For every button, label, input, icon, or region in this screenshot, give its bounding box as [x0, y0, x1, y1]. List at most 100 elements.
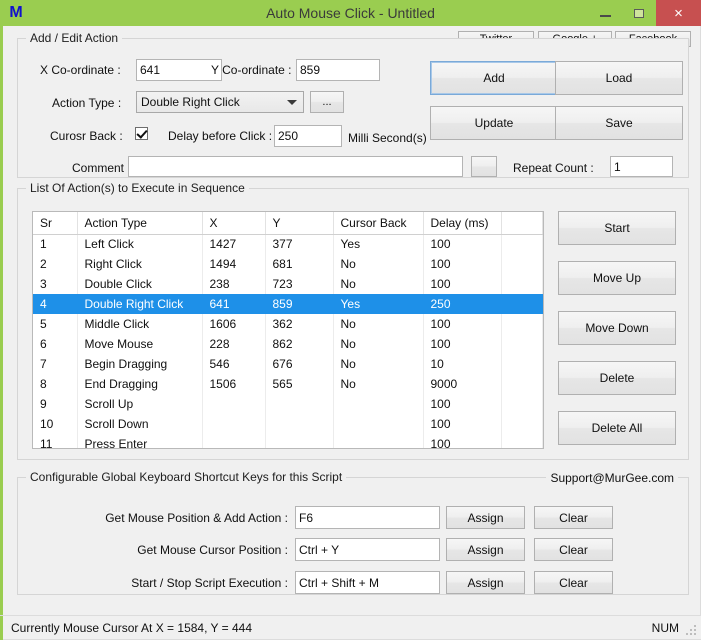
- row-action-type: Press Enter: [77, 434, 202, 449]
- cursor-position-status: Currently Mouse Cursor At X = 1584, Y = …: [0, 616, 252, 640]
- column-header-delay[interactable]: Delay (ms): [423, 212, 501, 234]
- action-type-select[interactable]: Double Right Click: [136, 91, 304, 113]
- shortcuts-legend: Configurable Global Keyboard Shortcut Ke…: [26, 470, 346, 484]
- row-action-type: Move Mouse: [77, 334, 202, 354]
- table-row[interactable]: 5Middle Click1606362No100: [33, 314, 543, 334]
- row-sr: 4: [33, 294, 77, 314]
- table-row[interactable]: 1Left Click1427377Yes100: [33, 234, 543, 254]
- table-row[interactable]: 6Move Mouse228862No100: [33, 334, 543, 354]
- table-row[interactable]: 4Double Right Click641859Yes250: [33, 294, 543, 314]
- add-button[interactable]: Add: [430, 61, 558, 95]
- column-header-sr[interactable]: Sr: [33, 212, 77, 234]
- row-delay: 100: [423, 394, 501, 414]
- comment-extra-button[interactable]: [471, 156, 497, 177]
- row-cursor-back: No: [333, 334, 423, 354]
- delete-all-button[interactable]: Delete All: [558, 411, 676, 445]
- table-row[interactable]: 2Right Click1494681No100: [33, 254, 543, 274]
- delay-units-label: Milli Second(s): [348, 131, 427, 145]
- clear-button-1[interactable]: Clear: [534, 538, 613, 561]
- row-x: [202, 434, 265, 449]
- row-sr: 1: [33, 234, 77, 254]
- table-row[interactable]: 7Begin Dragging546676No10: [33, 354, 543, 374]
- row-delay: 9000: [423, 374, 501, 394]
- move-up-button[interactable]: Move Up: [558, 261, 676, 295]
- window-controls: ×: [588, 0, 701, 26]
- clear-button-2[interactable]: Clear: [534, 571, 613, 594]
- row-filler: [501, 434, 543, 449]
- close-icon[interactable]: ×: [656, 0, 701, 26]
- y-coordinate-input[interactable]: [296, 59, 380, 81]
- repeat-count-input[interactable]: [610, 156, 673, 177]
- resize-grip-icon[interactable]: [684, 623, 698, 637]
- shortcut-input-2[interactable]: [295, 571, 440, 594]
- chevron-down-icon: [287, 100, 297, 105]
- add-edit-action-legend: Add / Edit Action: [26, 31, 122, 45]
- support-email-label: Support@MurGee.com: [546, 471, 678, 485]
- row-x: 228: [202, 334, 265, 354]
- row-x: 546: [202, 354, 265, 374]
- app-window: M Auto Mouse Click - Untitled × Twitter …: [0, 0, 701, 640]
- shortcut-input-0[interactable]: [295, 506, 440, 529]
- action-type-value: Double Right Click: [141, 95, 240, 109]
- comment-input[interactable]: [128, 156, 463, 177]
- action-list-table[interactable]: Sr Action Type X Y Cursor Back Delay (ms…: [32, 211, 544, 449]
- action-type-browse-button[interactable]: ...: [310, 91, 344, 113]
- row-filler: [501, 334, 543, 354]
- column-header-x[interactable]: X: [202, 212, 265, 234]
- row-cursor-back: No: [333, 274, 423, 294]
- row-filler: [501, 394, 543, 414]
- row-cursor-back: Yes: [333, 234, 423, 254]
- row-cursor-back: No: [333, 254, 423, 274]
- row-delay: 100: [423, 274, 501, 294]
- update-button[interactable]: Update: [430, 106, 558, 140]
- row-filler: [501, 274, 543, 294]
- move-down-button[interactable]: Move Down: [558, 311, 676, 345]
- cursor-back-checkbox[interactable]: [135, 127, 148, 140]
- delete-button[interactable]: Delete: [558, 361, 676, 395]
- row-y: 565: [265, 374, 333, 394]
- table-row[interactable]: 11Press Enter100: [33, 434, 543, 449]
- load-button[interactable]: Load: [555, 61, 683, 95]
- x-coordinate-input[interactable]: [136, 59, 222, 81]
- assign-button-2[interactable]: Assign: [446, 571, 525, 594]
- row-x: [202, 414, 265, 434]
- delay-before-click-label: Delay before Click :: [168, 129, 272, 143]
- table-row[interactable]: 8End Dragging1506565No9000: [33, 374, 543, 394]
- row-cursor-back: No: [333, 354, 423, 374]
- row-filler: [501, 234, 543, 254]
- row-delay: 10: [423, 354, 501, 374]
- assign-button-1[interactable]: Assign: [446, 538, 525, 561]
- table-row[interactable]: 9Scroll Up100: [33, 394, 543, 414]
- column-header-action-type[interactable]: Action Type: [77, 212, 202, 234]
- start-button[interactable]: Start: [558, 211, 676, 245]
- table-header-row: Sr Action Type X Y Cursor Back Delay (ms…: [33, 212, 543, 234]
- row-filler: [501, 294, 543, 314]
- minimize-icon[interactable]: [588, 0, 622, 26]
- clear-button-0[interactable]: Clear: [534, 506, 613, 529]
- row-delay: 100: [423, 414, 501, 434]
- table-row[interactable]: 10Scroll Down100: [33, 414, 543, 434]
- column-header-cursor-back[interactable]: Cursor Back: [333, 212, 423, 234]
- row-action-type: Middle Click: [77, 314, 202, 334]
- row-cursor-back: [333, 434, 423, 449]
- column-header-y[interactable]: Y: [265, 212, 333, 234]
- shortcut-input-1[interactable]: [295, 538, 440, 561]
- row-x: 238: [202, 274, 265, 294]
- table-row[interactable]: 3Double Click238723No100: [33, 274, 543, 294]
- row-action-type: Begin Dragging: [77, 354, 202, 374]
- maximize-icon[interactable]: [622, 0, 656, 26]
- save-button[interactable]: Save: [555, 106, 683, 140]
- row-filler: [501, 314, 543, 334]
- row-y: 862: [265, 334, 333, 354]
- shortcut-label-0: Get Mouse Position & Add Action :: [38, 511, 288, 525]
- row-cursor-back: [333, 394, 423, 414]
- row-sr: 7: [33, 354, 77, 374]
- row-filler: [501, 414, 543, 434]
- row-y: 859: [265, 294, 333, 314]
- row-filler: [501, 374, 543, 394]
- assign-button-0[interactable]: Assign: [446, 506, 525, 529]
- row-action-type: Double Click: [77, 274, 202, 294]
- row-x: 1606: [202, 314, 265, 334]
- row-sr: 10: [33, 414, 77, 434]
- delay-before-click-input[interactable]: [274, 125, 342, 147]
